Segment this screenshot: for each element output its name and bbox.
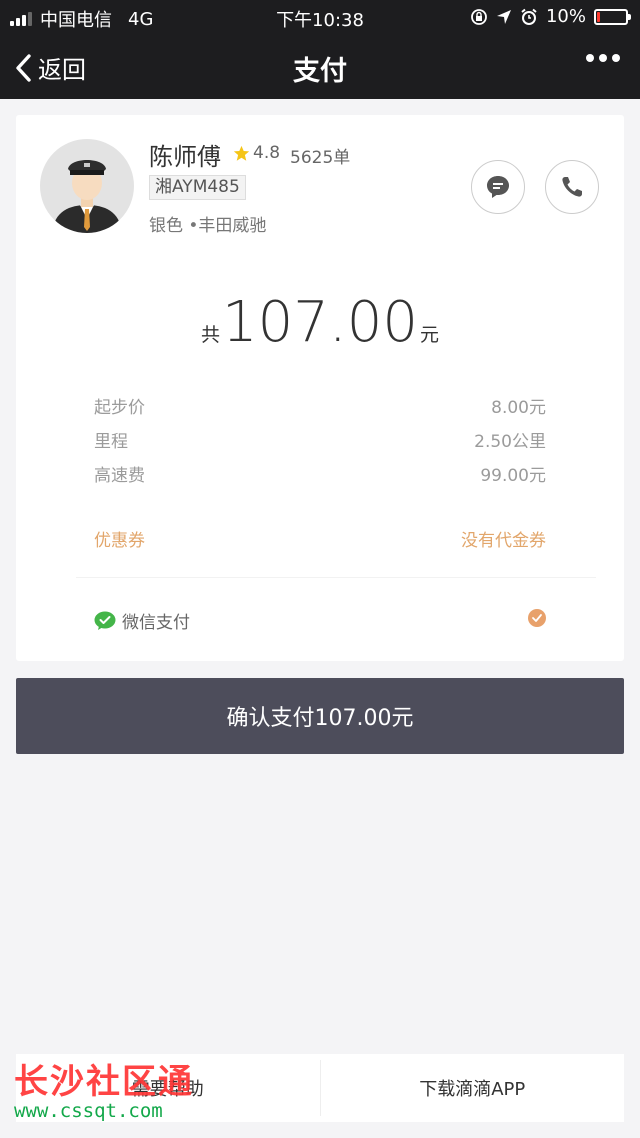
coupon-row[interactable]: 优惠券 没有代金券 bbox=[94, 526, 546, 551]
battery-percent: 10% bbox=[545, 6, 586, 27]
battery-icon bbox=[594, 8, 631, 25]
battery-level bbox=[597, 11, 600, 22]
total-unit: 元 bbox=[419, 324, 439, 346]
selected-check-icon[interactable] bbox=[528, 609, 546, 627]
license-plate: 湘AYM485 bbox=[149, 175, 246, 200]
fee-row-distance: 里程 2.50公里 bbox=[94, 427, 546, 452]
bottom-bar: 需要帮助 下载滴滴APP bbox=[16, 1054, 624, 1122]
fee-label: 高速费 bbox=[94, 466, 145, 486]
driver-avatar bbox=[40, 139, 134, 233]
fee-label: 里程 bbox=[94, 432, 128, 452]
wechat-icon bbox=[94, 611, 116, 630]
total-prefix: 共 bbox=[201, 324, 221, 346]
location-arrow-icon bbox=[496, 9, 511, 24]
rotation-lock-icon bbox=[471, 8, 487, 25]
fee-row-toll: 高速费 99.00元 bbox=[94, 461, 546, 486]
status-bar: 中国电信 4G 下午10:38 10% bbox=[0, 0, 640, 34]
car-description: 银色 •丰田威驰 bbox=[149, 216, 267, 236]
driver-rating: 4.8 bbox=[233, 143, 280, 163]
driver-name: 陈师傅 bbox=[149, 143, 221, 171]
more-menu-button[interactable] bbox=[586, 54, 620, 62]
wechat-pay-option[interactable]: 微信支付 bbox=[94, 608, 546, 633]
fee-value: 99.00元 bbox=[480, 466, 546, 486]
alarm-icon bbox=[521, 8, 537, 25]
help-button[interactable]: 需要帮助 bbox=[16, 1054, 320, 1122]
call-driver-button[interactable] bbox=[545, 160, 599, 214]
payment-method-label: 微信支付 bbox=[122, 613, 190, 633]
star-icon bbox=[233, 145, 250, 161]
coupon-value: 没有代金券 bbox=[461, 531, 546, 551]
rating-value: 4.8 bbox=[253, 143, 281, 163]
message-driver-button[interactable] bbox=[471, 160, 525, 214]
download-app-button[interactable]: 下载滴滴APP bbox=[321, 1054, 625, 1122]
total-amount-block: 共107.00 元 bbox=[16, 290, 624, 355]
dot-icon bbox=[599, 54, 607, 62]
payment-card: 陈师傅 4.8 5625单 湘AYM485 银色 •丰田威驰 共107.00 元 … bbox=[16, 115, 624, 661]
driver-avatar-illustration bbox=[52, 160, 122, 233]
page-title: 支付 bbox=[293, 56, 347, 87]
dot-icon bbox=[612, 54, 620, 62]
coupon-label: 优惠券 bbox=[94, 531, 145, 551]
dot-icon bbox=[586, 54, 594, 62]
nav-bar: 返回 支付 bbox=[0, 34, 640, 99]
checkmark-icon bbox=[532, 614, 542, 622]
divider bbox=[76, 577, 596, 578]
phone-icon bbox=[562, 177, 582, 197]
fee-row-base: 起步价 8.00元 bbox=[94, 393, 546, 418]
status-right: 10% bbox=[470, 6, 631, 27]
fee-label: 起步价 bbox=[94, 398, 145, 418]
fee-value: 8.00元 bbox=[491, 398, 546, 418]
chat-bubble-icon bbox=[487, 176, 509, 198]
order-count: 5625单 bbox=[290, 148, 351, 168]
confirm-pay-button[interactable]: 确认支付107.00元 bbox=[16, 678, 624, 754]
fee-value: 2.50公里 bbox=[474, 432, 546, 452]
total-amount: 107.00 bbox=[222, 290, 418, 355]
